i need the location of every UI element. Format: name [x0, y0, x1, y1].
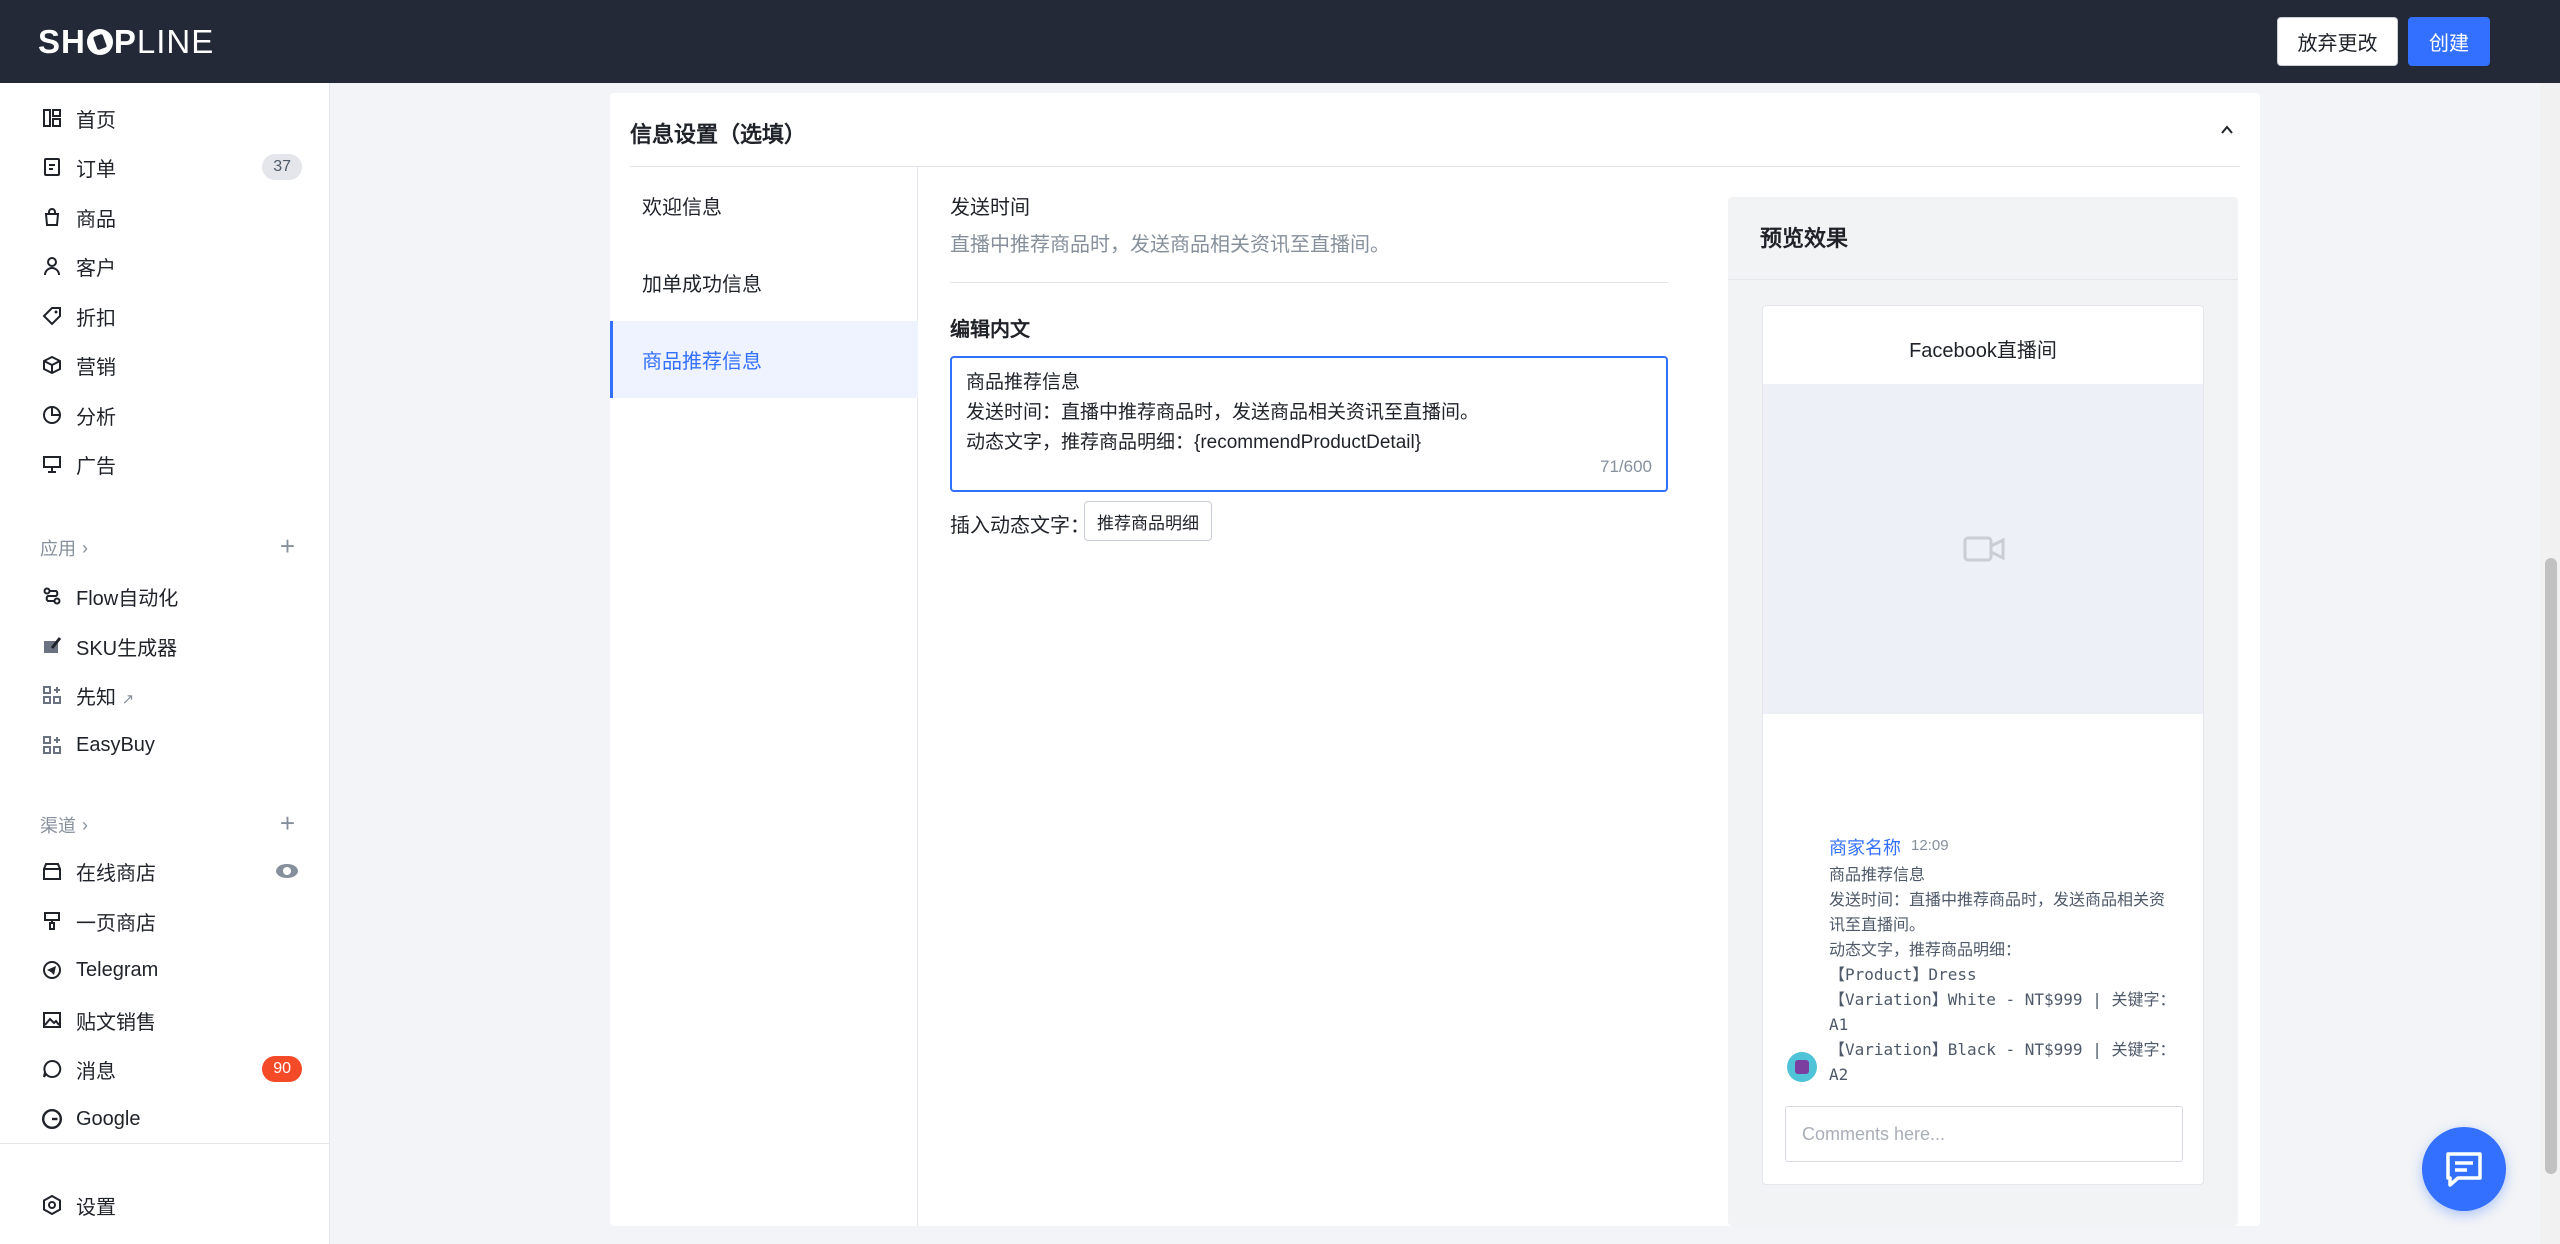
message-type-tabs: 欢迎信息 加单成功信息 商品推荐信息 [610, 167, 918, 1226]
view-store-icon[interactable] [276, 864, 298, 878]
sidebar: 首页 订单 37 商品 客户 折扣 营销 分析 广告 应用 › + Flow自动化… [0, 83, 330, 1244]
sidebar-item-settings[interactable]: 设置 [0, 1181, 329, 1229]
sku-icon [40, 634, 64, 658]
chevron-up-icon[interactable] [2220, 123, 2234, 137]
phone-preview: Facebook直播间 商家名称 12:09 商品推荐信息 发送时间：直播中推荐… [1762, 305, 2204, 1185]
message-content-textarea[interactable]: 商品推荐信息 发送时间：直播中推荐商品时，发送商品相关资讯至直播间。 动态文字，… [950, 356, 1668, 492]
telegram-icon [40, 958, 64, 982]
tab-welcome-message[interactable]: 欢迎信息 [610, 167, 918, 244]
merchant-name: 商家名称 [1829, 838, 1901, 858]
sidebar-item-xianzhi[interactable]: 先知 ↗ [0, 671, 329, 719]
character-counter: 71/600 [1600, 457, 1652, 476]
sidebar-item-one-page-store[interactable]: 一页商店 [0, 897, 329, 945]
order-icon [40, 155, 64, 179]
shopline-logo[interactable]: SH P LINE [38, 22, 214, 62]
sidebar-item-google[interactable]: Google [0, 1095, 329, 1143]
sidebar-item-post-sales[interactable]: 贴文销售 [0, 996, 329, 1044]
tab-order-success-message[interactable]: 加单成功信息 [610, 244, 918, 321]
sidebar-item-discounts[interactable]: 折扣 [0, 292, 329, 340]
message-body: 商品推荐信息 发送时间：直播中推荐商品时，发送商品相关资讯至直播间。 动态文字，… [1829, 865, 2176, 1084]
scrollbar-thumb[interactable] [2545, 558, 2557, 1174]
add-app-icon[interactable]: + [280, 533, 295, 559]
top-bar: SH P LINE 放弃更改 创建 [0, 0, 2560, 83]
google-icon [40, 1107, 64, 1131]
box-icon [40, 353, 64, 377]
textarea-line: 动态文字，推荐商品明细：{recommendProductDetail} [966, 432, 1422, 453]
avatar [1787, 1052, 1817, 1082]
preview-panel: 预览效果 Facebook直播间 商家名称 12:09 商品推荐信息 发送时间：… [1728, 197, 2238, 1226]
sidebar-item-ads[interactable]: 广告 [0, 440, 329, 488]
edit-content-label: 编辑内文 [950, 319, 1030, 341]
tag-icon [40, 304, 64, 328]
card-title: 信息设置（选填） [630, 122, 807, 147]
sidebar-item-messages[interactable]: 消息 90 [0, 1045, 329, 1093]
apps-icon [40, 733, 64, 757]
comment-input[interactable]: Comments here... [1785, 1106, 2183, 1162]
send-time-description: 直播中推荐商品时，发送商品相关资讯至直播间。 [950, 234, 1390, 256]
message-settings-card: 信息设置（选填） 欢迎信息 加单成功信息 商品推荐信息 发送时间 直播中推荐商品… [610, 93, 2260, 1226]
bag-icon [40, 205, 64, 229]
sidebar-divider [0, 1143, 329, 1144]
message-time: 12:09 [1911, 837, 1949, 854]
gear-icon [40, 1193, 64, 1217]
image-icon [40, 1008, 64, 1032]
user-icon [40, 254, 64, 278]
sidebar-item-flow[interactable]: Flow自动化 [0, 572, 329, 620]
textarea-line: 发送时间：直播中推荐商品时，发送商品相关资讯至直播间。 [966, 402, 1480, 423]
insert-product-detail-button[interactable]: 推荐商品明细 [1084, 501, 1212, 541]
sidebar-item-telegram[interactable]: Telegram [0, 946, 329, 994]
chat-bubble-icon [2446, 1152, 2482, 1187]
live-room-title: Facebook直播间 [1909, 340, 2057, 362]
chat-icon [40, 1057, 64, 1081]
send-time-label: 发送时间 [950, 197, 1030, 219]
orders-count-badge: 37 [262, 154, 302, 180]
textarea-line: 商品推荐信息 [966, 372, 1081, 393]
video-placeholder [1763, 384, 2203, 714]
preview-title: 预览效果 [1760, 226, 1849, 251]
discard-changes-button[interactable]: 放弃更改 [2277, 17, 2398, 66]
flow-icon [40, 584, 64, 608]
support-chat-button[interactable] [2422, 1127, 2506, 1211]
sidebar-item-orders[interactable]: 订单 37 [0, 143, 329, 191]
pie-icon [40, 403, 64, 427]
chevron-right-icon: › [82, 814, 88, 835]
sidebar-item-analytics[interactable]: 分析 [0, 391, 329, 439]
preview-divider [1728, 279, 2238, 280]
chevron-right-icon: › [82, 537, 88, 558]
brush-icon [40, 909, 64, 933]
external-link-icon: ↗ [121, 690, 135, 708]
store-icon [40, 859, 64, 883]
tab-product-recommendation-message[interactable]: 商品推荐信息 [610, 321, 918, 398]
sidebar-item-marketing[interactable]: 营销 [0, 341, 329, 389]
sidebar-item-home[interactable]: 首页 [0, 94, 329, 142]
form-divider [950, 282, 1668, 283]
create-button[interactable]: 创建 [2408, 17, 2490, 66]
dashboard-icon [40, 106, 64, 130]
messages-count-badge: 90 [262, 1056, 302, 1082]
logo-o-icon [86, 29, 113, 55]
sidebar-item-easybuy[interactable]: EasyBuy [0, 721, 329, 769]
add-channel-icon[interactable]: + [280, 810, 295, 836]
sidebar-item-sku[interactable]: SKU生成器 [0, 622, 329, 670]
apps-section-header[interactable]: 应用 › [40, 535, 88, 561]
channels-section-header[interactable]: 渠道 › [40, 812, 88, 838]
insert-dynamic-text-label: 插入动态文字： [950, 515, 1090, 537]
video-camera-icon [1963, 536, 2005, 562]
billboard-icon [40, 452, 64, 476]
sidebar-item-customers[interactable]: 客户 [0, 242, 329, 290]
apps-icon [40, 683, 64, 707]
sidebar-item-products[interactable]: 商品 [0, 193, 329, 241]
sidebar-item-online-store[interactable]: 在线商店 [0, 847, 329, 895]
